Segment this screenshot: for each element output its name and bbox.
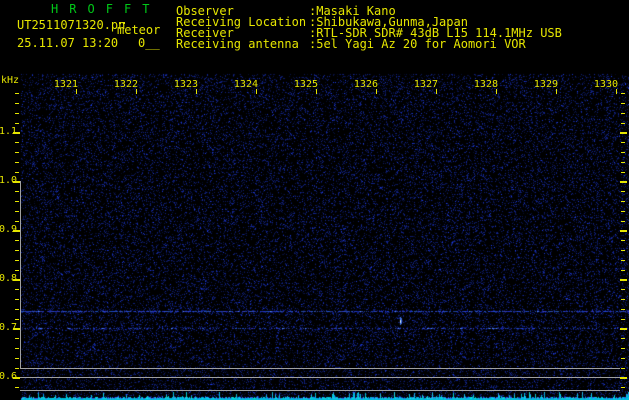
y-axis-minor-tick-left [15, 367, 19, 369]
y-axis-minor-tick-right [621, 240, 625, 242]
frame-counter: 0__ [138, 36, 160, 50]
y-axis-minor-tick-right [621, 348, 625, 350]
y-axis-minor-tick-right [621, 289, 625, 291]
x-axis-tick-label: 1330 [593, 79, 618, 90]
filename-label: UT2511071320.pn [17, 18, 126, 32]
y-axis-minor-tick-left [15, 220, 19, 222]
y-axis-minor-tick-right [621, 358, 625, 359]
x-axis-tick-label: 1329 [533, 79, 558, 90]
y-axis-major-tick-right [620, 376, 627, 379]
y-axis-major-tick-right [620, 180, 627, 183]
y-axis-minor-tick-right [621, 211, 625, 212]
y-axis-minor-tick-left [15, 387, 19, 389]
y-axis-minor-tick-right [621, 103, 625, 105]
y-axis-minor-tick-left [15, 318, 19, 320]
y-axis-minor-tick-right [621, 250, 625, 252]
y-axis-minor-tick-left [15, 122, 19, 124]
x-axis-tick-label: 1326 [353, 79, 378, 90]
x-axis-tick-label: 1325 [293, 79, 318, 90]
y-axis-minor-tick-left [15, 171, 19, 173]
overwritten-char-artifact [119, 22, 121, 24]
y-axis-minor-tick-right [621, 299, 625, 301]
y-axis-minor-tick-right [621, 113, 625, 114]
y-axis-minor-tick-left [15, 103, 19, 105]
y-axis-minor-tick-right [621, 191, 625, 193]
hrofft-output-image: H R O F F T UT2511071320.pn meteor 25.11… [0, 0, 629, 400]
y-axis-minor-tick-left [15, 191, 19, 193]
y-axis-major-tick-right [620, 131, 627, 134]
y-axis-minor-tick-left [15, 289, 19, 291]
y-axis-tick-label: 1.1 [0, 126, 18, 137]
y-axis-unit-label: kHz [1, 75, 20, 86]
y-axis-minor-tick-left [15, 152, 19, 154]
y-axis-minor-tick-left [15, 269, 19, 271]
y-axis-minor-tick-left [15, 309, 19, 310]
y-axis-minor-tick-right [621, 338, 625, 340]
y-axis-minor-tick-right [621, 201, 625, 203]
spectrogram-canvas [0, 0, 629, 400]
y-axis-minor-tick-right [621, 162, 625, 163]
info-value-receiving-antenna: :5el Yagi Az 20 for Aomori VOR [309, 37, 526, 51]
x-axis-tick-label: 1327 [413, 79, 438, 90]
y-axis-minor-tick-left [15, 113, 19, 114]
y-axis-tick-label: 0.8 [0, 273, 18, 284]
y-axis-minor-tick-right [621, 220, 625, 222]
info-label-receiving-antenna: Receiving antenna [176, 37, 299, 51]
y-axis-minor-tick-right [621, 269, 625, 271]
datetime-label: 25.11.07 13:20 [17, 36, 119, 50]
y-axis-minor-tick-left [15, 162, 19, 163]
y-axis-minor-tick-right [621, 152, 625, 154]
y-axis-major-tick-right [620, 327, 627, 330]
y-axis-minor-tick-left [15, 142, 19, 144]
y-axis-major-tick-right [620, 278, 627, 281]
y-axis-major-tick-right [620, 229, 627, 232]
y-axis-minor-tick-left [15, 211, 19, 212]
y-axis-minor-tick-left [15, 299, 19, 301]
y-axis-minor-tick-right [621, 309, 625, 310]
y-axis-tick-label: 1.0 [0, 175, 18, 186]
y-axis-minor-tick-left [15, 93, 19, 95]
level-graph-hline [20, 368, 620, 369]
y-axis-minor-tick-right [621, 93, 625, 95]
y-axis-minor-tick-left [15, 348, 19, 350]
x-axis-tick-label: 1322 [113, 79, 138, 90]
x-axis-tick-label: 1321 [53, 79, 78, 90]
x-axis-tick-label: 1323 [173, 79, 198, 90]
y-axis-minor-tick-right [621, 122, 625, 124]
y-axis-minor-tick-right [621, 260, 625, 261]
y-axis-minor-tick-right [621, 318, 625, 320]
level-graph-axis-line [20, 181, 21, 369]
y-axis-minor-tick-right [621, 387, 625, 389]
x-axis-tick-label: 1324 [233, 79, 258, 90]
station-label: meteor [117, 23, 161, 37]
y-axis-minor-tick-right [621, 367, 625, 369]
y-axis-minor-tick-left [15, 201, 19, 203]
y-axis-tick-label: 0.7 [0, 322, 18, 333]
x-axis-tick-label: 1328 [473, 79, 498, 90]
y-axis-minor-tick-left [15, 338, 19, 340]
y-axis-tick-label: 0.6 [0, 371, 18, 382]
level-graph-hline [20, 377, 620, 378]
y-axis-minor-tick-right [621, 171, 625, 173]
y-axis-minor-tick-left [15, 240, 19, 242]
level-graph-hline [20, 390, 620, 391]
y-axis-tick-label: 0.9 [0, 224, 18, 235]
app-title: H R O F F T [51, 2, 152, 16]
y-axis-minor-tick-left [15, 358, 19, 359]
y-axis-minor-tick-right [621, 142, 625, 144]
y-axis-minor-tick-left [15, 260, 19, 261]
y-axis-minor-tick-left [15, 250, 19, 252]
